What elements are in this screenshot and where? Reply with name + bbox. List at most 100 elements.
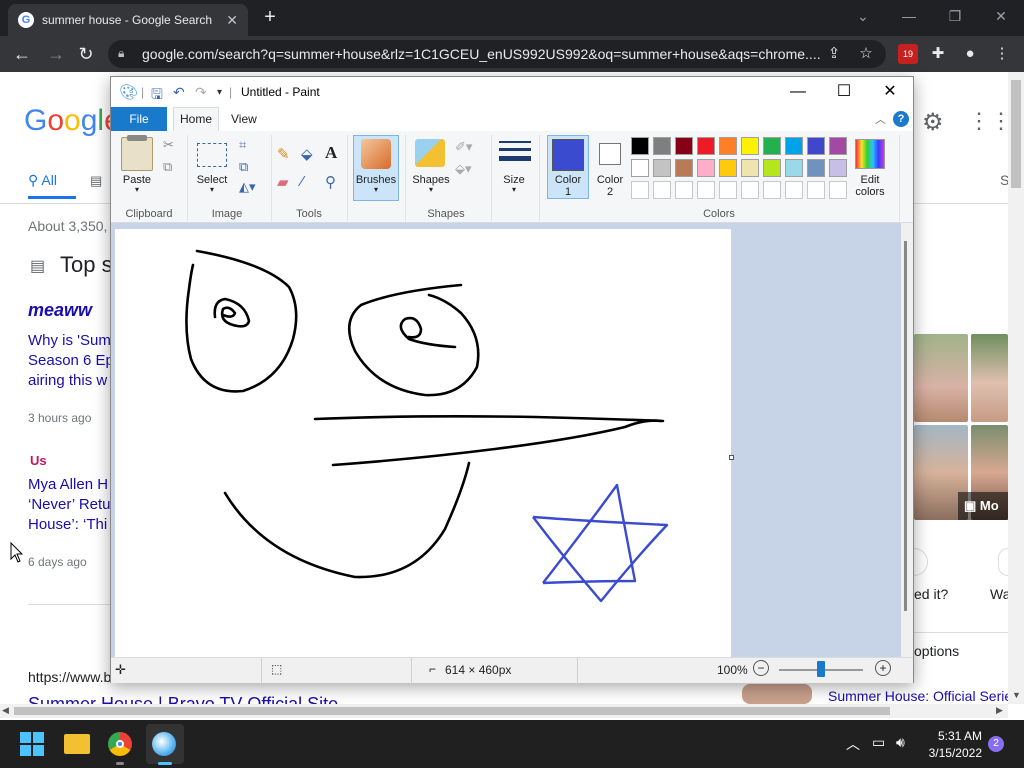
paste-dropdown-icon[interactable]: ▾ [115, 185, 159, 194]
edit-colors-label[interactable]: Edit colors [847, 174, 893, 198]
close-tab-icon[interactable]: ✕ [226, 12, 238, 29]
clock-time[interactable]: 5:31 AM [930, 729, 982, 743]
select-icon[interactable] [197, 143, 227, 167]
palette-color-swatch[interactable] [719, 137, 737, 155]
palette-custom-swatch[interactable] [719, 181, 737, 199]
palette-color-swatch[interactable] [719, 159, 737, 177]
address-bar[interactable]: google.com/search?q=summer+house&rlz=1C1… [108, 40, 886, 68]
palette-color-swatch[interactable] [675, 159, 693, 177]
start-button[interactable] [20, 732, 44, 756]
text-icon[interactable]: A [325, 143, 337, 163]
customize-quick-access-icon[interactable]: ▾ [217, 87, 222, 98]
save-icon[interactable]: 🖫 [151, 84, 163, 108]
forward-button[interactable]: → [42, 40, 70, 68]
result-thumbnail[interactable] [742, 684, 812, 704]
canvas-resize-handle[interactable] [729, 455, 734, 460]
google-logo[interactable]: Google [24, 104, 121, 138]
result-link[interactable]: Mya Allen H ‘Never’ Retu House’: ‘Thi [28, 475, 112, 535]
palette-color-swatch[interactable] [807, 137, 825, 155]
crop-icon[interactable]: ⌗ [239, 137, 246, 153]
result-url[interactable]: https://www.b [28, 669, 112, 685]
scroll-right-icon[interactable]: ▶ [996, 705, 1003, 716]
rotate-icon[interactable]: ◭▾ [239, 179, 256, 195]
canvas-scrollbar-thumb[interactable] [904, 241, 907, 611]
tab-search-icon[interactable]: ⌄ [840, 2, 886, 30]
collapse-ribbon-icon[interactable]: ︿ [875, 111, 886, 127]
color-picker-icon[interactable]: ⁄ [301, 173, 304, 190]
palette-color-swatch[interactable] [763, 159, 781, 177]
palette-custom-swatch[interactable] [653, 181, 671, 199]
select-dropdown-icon[interactable]: ▾ [189, 185, 235, 194]
settings-gear-icon[interactable]: ⚙ [922, 108, 944, 137]
redo-icon[interactable]: ↷ [195, 84, 207, 101]
feedback-circle[interactable] [998, 548, 1008, 576]
fill-shape-icon[interactable]: ⬙▾ [455, 161, 472, 177]
image-result[interactable] [971, 334, 1008, 422]
lock-icon[interactable]: 🔒︎ [118, 46, 124, 61]
palette-custom-swatch[interactable] [675, 181, 693, 199]
scroll-down-icon[interactable]: ▼ [1012, 690, 1021, 700]
outline-icon[interactable]: ✐▾ [455, 139, 472, 155]
result-link[interactable]: Why is 'Sum Season 6 Ep airing this w [28, 331, 112, 391]
image-result[interactable] [914, 334, 968, 422]
palette-custom-swatch[interactable] [697, 181, 715, 199]
palette-color-swatch[interactable] [763, 137, 781, 155]
browser-tab[interactable]: G summer house - Google Search ✕ [8, 4, 248, 36]
magnifier-icon[interactable]: ⚲ [325, 173, 336, 191]
help-icon[interactable]: ? [893, 111, 909, 127]
paint-app-icon[interactable]: 🎨︎ [119, 83, 138, 101]
network-icon[interactable]: ▭ [872, 734, 885, 751]
palette-custom-swatch[interactable] [741, 181, 759, 199]
tab-home[interactable]: Home [173, 107, 219, 131]
more-images-button[interactable]: ▣ Mo [958, 492, 1008, 520]
notification-badge[interactable]: 2 [988, 736, 1004, 752]
reload-button[interactable]: ↻ [72, 40, 100, 68]
palette-color-swatch[interactable] [675, 137, 693, 155]
palette-color-swatch[interactable] [741, 137, 759, 155]
options-link[interactable]: options [914, 643, 959, 659]
cut-icon[interactable]: ✂ [163, 137, 174, 153]
close-window-button[interactable]: ✕ [978, 2, 1024, 30]
drawing-canvas[interactable] [115, 229, 731, 657]
paste-icon[interactable] [121, 137, 153, 171]
scroll-left-icon[interactable]: ◀ [2, 705, 9, 716]
extensions-puzzle-icon[interactable]: ✚ [926, 42, 950, 66]
size-icon[interactable] [497, 135, 533, 167]
palette-color-swatch[interactable] [829, 159, 847, 177]
tab-all[interactable]: ⚲ All [28, 172, 57, 189]
tab-view[interactable]: View [231, 107, 257, 131]
palette-color-swatch[interactable] [653, 159, 671, 177]
palette-color-swatch[interactable] [807, 159, 825, 177]
palette-color-swatch[interactable] [697, 137, 715, 155]
color2-label[interactable]: Color 2 [589, 174, 631, 198]
restore-button[interactable]: ❐ [932, 2, 978, 30]
canvas-vertical-scrollbar[interactable] [901, 223, 913, 657]
fill-icon[interactable]: ⬙ [301, 145, 313, 163]
file-explorer-icon[interactable] [64, 734, 90, 754]
palette-color-swatch[interactable] [785, 159, 803, 177]
palette-custom-swatch[interactable] [785, 181, 803, 199]
size-dropdown-icon[interactable]: ▾ [493, 185, 535, 194]
feedback-circle[interactable] [912, 548, 928, 576]
paint-close-button[interactable]: ✕ [867, 77, 913, 107]
zoom-out-icon[interactable]: − [753, 660, 769, 676]
palette-custom-swatch[interactable] [807, 181, 825, 199]
bookmark-star-icon[interactable]: ☆ [854, 42, 878, 66]
profile-icon[interactable]: ● [958, 42, 982, 66]
palette-color-swatch[interactable] [741, 159, 759, 177]
paint-maximize-button[interactable]: ☐ [821, 77, 867, 107]
official-site-link[interactable]: Summer House: Official Series [828, 688, 1008, 704]
undo-icon[interactable]: ↶ [173, 84, 185, 101]
scrollbar-thumb[interactable] [14, 707, 890, 715]
share-icon[interactable]: ⇪ [822, 42, 846, 66]
clock-date[interactable]: 3/15/2022 [926, 746, 982, 760]
volume-icon[interactable]: 🔊︎ [896, 734, 905, 751]
more-menu-icon[interactable]: ⋮ [990, 42, 1014, 66]
show-hidden-icons-icon[interactable]: ︿ [846, 734, 860, 754]
edit-colors-icon[interactable] [855, 139, 885, 169]
extension-badge-icon[interactable]: 19 [898, 44, 918, 64]
palette-custom-swatch[interactable] [829, 181, 847, 199]
palette-color-swatch[interactable] [785, 137, 803, 155]
back-button[interactable]: ← [8, 40, 36, 68]
palette-custom-swatch[interactable] [763, 181, 781, 199]
